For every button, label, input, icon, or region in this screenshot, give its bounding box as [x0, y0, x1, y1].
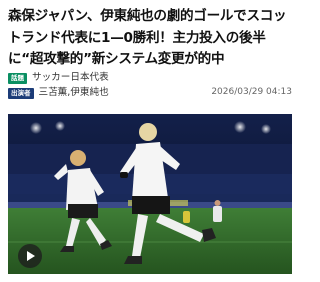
hero-video[interactable]: [8, 114, 292, 274]
timestamp: 2026/03/29 04:13: [211, 87, 292, 97]
play-icon: [27, 251, 35, 261]
play-button[interactable]: [18, 244, 42, 268]
category-label[interactable]: サッカー日本代表: [32, 71, 109, 85]
news-article: 森保ジャパン、伊東純也の劇的ゴールでスコットランド代表に1—0勝利！主力投入の後…: [0, 0, 300, 282]
source-label[interactable]: 三苫薫,伊東純也: [39, 86, 109, 100]
category-badge: 話題: [8, 72, 27, 84]
source-badge: 出演者: [8, 87, 34, 99]
source-row: 出演者 三苫薫,伊東純也: [8, 86, 109, 100]
article-headline[interactable]: 森保ジャパン、伊東純也の劇的ゴールでスコットランド代表に1—0勝利！主力投入の後…: [8, 6, 294, 71]
category-row: 話題 サッカー日本代表: [8, 71, 109, 85]
pitch: [8, 208, 292, 274]
video-thumbnail: [8, 114, 292, 274]
